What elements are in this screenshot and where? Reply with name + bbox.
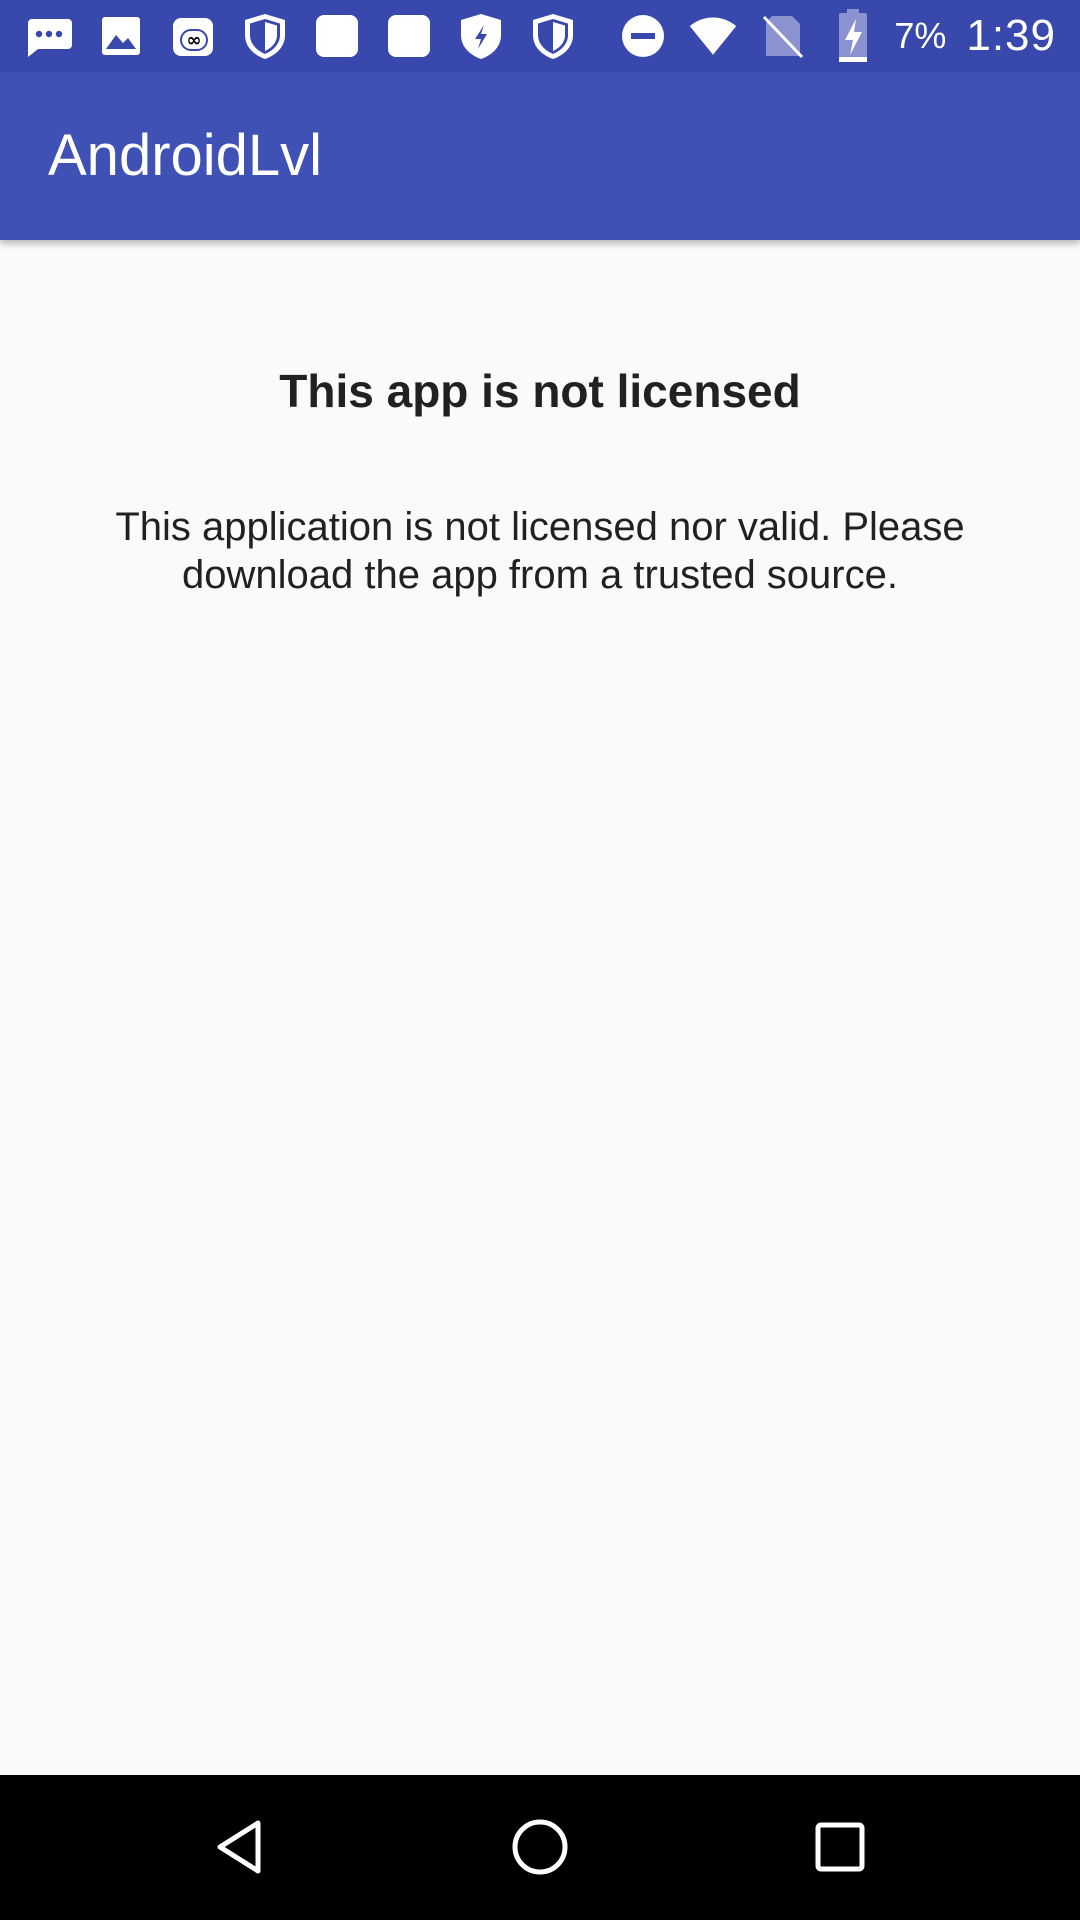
license-heading: This app is not licensed [279,365,801,417]
battery-percent: 7% [894,15,947,56]
app-title: AndroidLvl [48,123,323,188]
back-button[interactable] [190,1797,290,1897]
screen: ∞ 7% 1:39 AndroidLvl This app is not lic… [0,0,1080,1920]
wifi-icon [688,11,738,61]
system-icons: 7% 1:39 [618,9,1056,62]
recents-button[interactable] [790,1797,890,1897]
clock: 1:39 [966,11,1056,60]
voicemail-icon: ∞ [168,11,218,61]
svg-text:∞: ∞ [187,30,202,51]
app-icon [312,11,362,61]
gallery-icon [96,11,146,61]
sms-icon [24,11,74,61]
back-icon [217,1820,261,1874]
navigation-bar [0,1775,1080,1920]
shield-icon [240,11,290,61]
status-bar: ∞ 7% 1:39 [0,0,1080,72]
no-sim-icon [758,11,808,61]
do-not-disturb-icon [618,11,668,61]
recents-icon [815,1822,865,1872]
home-icon [512,1819,568,1875]
license-message: This application is not licensed nor val… [115,505,965,597]
app-icon [384,11,434,61]
home-button[interactable] [490,1797,590,1897]
battery-charging-icon [828,9,878,62]
notification-icons: ∞ [24,12,578,60]
shield-icon [528,11,578,61]
app-bar: AndroidLvl [0,72,1080,240]
shield-bolt-icon [456,11,506,61]
main-content: This app is not licensed This applicatio… [0,240,1080,1775]
